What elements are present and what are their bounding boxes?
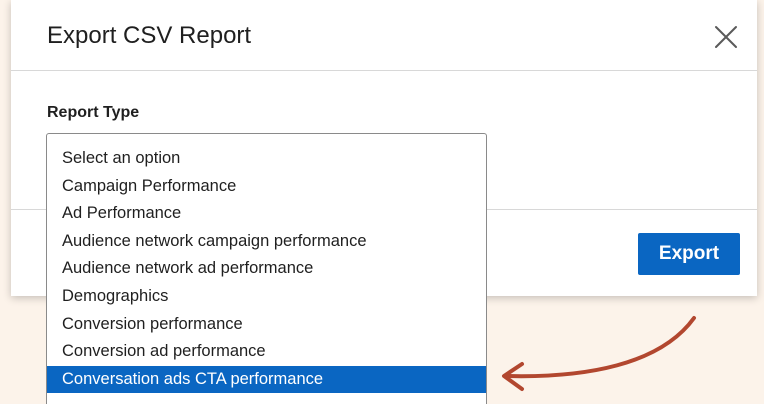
dialog-title: Export CSV Report (47, 22, 252, 49)
dropdown-option[interactable]: Ad Performance (47, 200, 486, 228)
report-type-dropdown[interactable]: Select an option Campaign Performance Ad… (46, 133, 487, 404)
dropdown-option[interactable]: Demographics (47, 283, 486, 311)
dropdown-option[interactable]: Conversion performance (47, 311, 486, 339)
dropdown-option[interactable]: Conversion ad performance (47, 338, 486, 366)
dropdown-option[interactable]: Audience network campaign performance (47, 228, 486, 256)
close-icon (715, 26, 737, 48)
export-button[interactable]: Export (638, 233, 740, 275)
dropdown-option-selected[interactable]: Conversation ads CTA performance (47, 365, 486, 394)
dropdown-option[interactable]: Campaign Performance (47, 173, 486, 201)
report-type-label: Report Type (47, 104, 140, 121)
close-button[interactable] (711, 22, 741, 52)
dropdown-option[interactable]: Audience network ad performance (47, 255, 486, 283)
dropdown-option[interactable]: Select an option (47, 145, 486, 173)
dialog-header: Export CSV Report (11, 0, 757, 71)
